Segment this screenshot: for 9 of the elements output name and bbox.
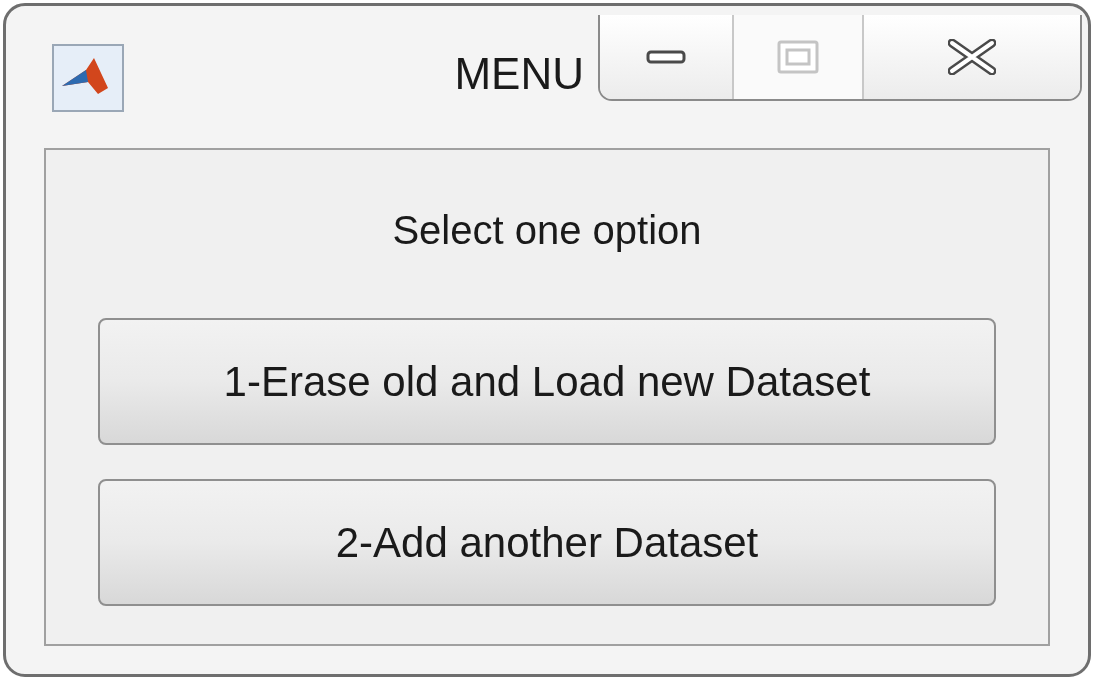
minimize-button[interactable] xyxy=(600,15,732,99)
maximize-icon xyxy=(777,40,819,74)
app-icon xyxy=(52,44,124,112)
window-title: MENU xyxy=(454,52,584,96)
option-button[interactable]: 1-Erase old and Load new Dataset xyxy=(98,318,996,445)
close-button[interactable] xyxy=(862,15,1080,99)
prompt-text: Select one option xyxy=(392,210,702,250)
option-button[interactable]: 2-Add another Dataset xyxy=(98,479,996,606)
close-icon xyxy=(948,39,996,75)
